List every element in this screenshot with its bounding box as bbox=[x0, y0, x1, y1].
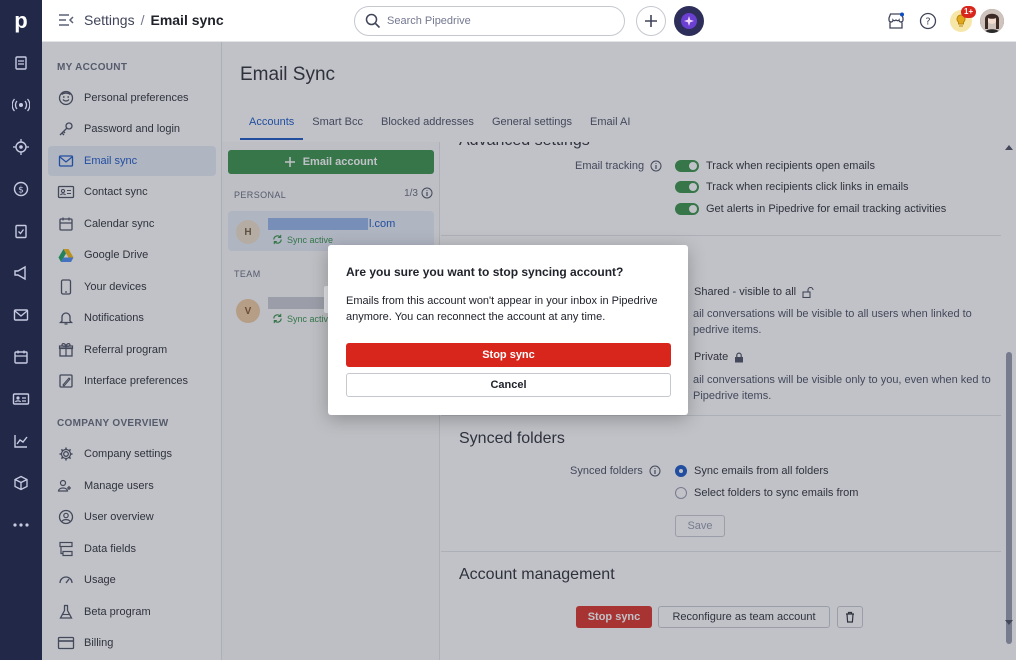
breadcrumb-settings-link[interactable]: Settings bbox=[84, 12, 135, 28]
left-nav-rail: p $ bbox=[0, 0, 42, 660]
plus-icon bbox=[644, 14, 658, 28]
search-icon bbox=[365, 13, 381, 29]
breadcrumb-separator: / bbox=[140, 12, 145, 28]
search-input[interactable] bbox=[387, 15, 607, 27]
target-icon[interactable] bbox=[11, 137, 31, 157]
dollar-icon[interactable]: $ bbox=[11, 179, 31, 199]
user-avatar[interactable] bbox=[980, 9, 1004, 33]
help-icon[interactable]: ? bbox=[918, 11, 938, 31]
collapse-menu-icon[interactable] bbox=[58, 13, 74, 27]
top-bar: Settings / Email sync ? 1+ bbox=[42, 0, 1016, 42]
sparkle-icon bbox=[680, 12, 698, 30]
dialog-title: Are you sure you want to stop syncing ac… bbox=[346, 265, 624, 279]
search-box[interactable] bbox=[354, 6, 625, 36]
chart-icon[interactable] bbox=[11, 431, 31, 451]
megaphone-icon[interactable] bbox=[11, 263, 31, 283]
svg-text:$: $ bbox=[18, 186, 24, 196]
contacts-icon[interactable] bbox=[11, 389, 31, 409]
confirm-stop-sync-button[interactable]: Stop sync bbox=[346, 343, 671, 367]
svg-text:?: ? bbox=[925, 17, 930, 28]
breadcrumb: Settings / Email sync bbox=[58, 12, 224, 28]
more-icon[interactable] bbox=[11, 515, 31, 535]
pipedrive-logo[interactable]: p bbox=[0, 0, 42, 42]
mail-icon[interactable] bbox=[11, 305, 31, 325]
quick-add-button[interactable] bbox=[636, 6, 666, 36]
notification-badge: 1+ bbox=[961, 6, 977, 18]
broadcast-icon[interactable] bbox=[11, 95, 31, 115]
cancel-button[interactable]: Cancel bbox=[346, 373, 671, 397]
calendar-rail-icon[interactable] bbox=[11, 347, 31, 367]
box-icon[interactable] bbox=[11, 473, 31, 493]
deals-icon[interactable] bbox=[11, 53, 31, 73]
clipboard-icon[interactable] bbox=[11, 221, 31, 241]
ai-assistant-button[interactable] bbox=[674, 6, 704, 36]
marketplace-icon[interactable] bbox=[886, 11, 906, 31]
dialog-message: Emails from this account won't appear in… bbox=[346, 295, 658, 323]
breadcrumb-current: Email sync bbox=[150, 12, 224, 28]
stop-sync-confirm-dialog: Are you sure you want to stop syncing ac… bbox=[328, 245, 688, 415]
